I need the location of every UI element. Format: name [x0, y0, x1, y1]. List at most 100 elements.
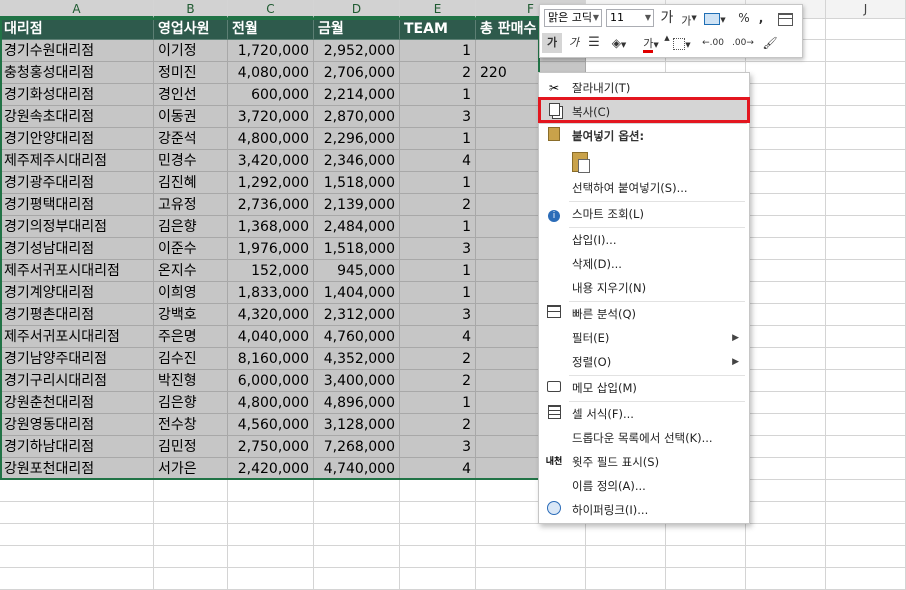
empty-cell[interactable] [746, 282, 826, 304]
empty-cell[interactable] [826, 172, 906, 194]
header-cell[interactable]: 금월 [314, 18, 400, 40]
empty-cell[interactable] [746, 326, 826, 348]
empty-cell[interactable] [826, 392, 906, 414]
empty-cell[interactable] [746, 436, 826, 458]
menu-item-hyperlink[interactable]: 하이퍼링크(I)... [539, 498, 747, 522]
empty-cell[interactable] [586, 546, 666, 568]
table-cell[interactable]: 강원포천대리점 [0, 458, 154, 480]
table-cell[interactable]: 2,484,000 [314, 216, 400, 238]
menu-item-phonetic-field[interactable]: 내천 윗주 필드 표시(S) [539, 450, 747, 474]
table-cell[interactable]: 4,080,000 [228, 62, 314, 84]
column-header-d[interactable]: D [314, 0, 400, 18]
table-cell[interactable]: 2,346,000 [314, 150, 400, 172]
empty-cell[interactable] [228, 568, 314, 590]
table-cell[interactable]: 1,976,000 [228, 238, 314, 260]
empty-cell[interactable] [746, 216, 826, 238]
table-cell[interactable]: 이희영 [154, 282, 228, 304]
table-cell[interactable]: 2,952,000 [314, 40, 400, 62]
empty-cell[interactable] [586, 568, 666, 590]
table-cell[interactable]: 945,000 [314, 260, 400, 282]
empty-cell[interactable] [666, 546, 746, 568]
align-center-button[interactable]: ☰ [586, 33, 602, 53]
menu-item-cut[interactable]: ✂ 잘라내기(T) [539, 76, 747, 100]
menu-item-smart-lookup[interactable]: i 스마트 조회(L) [539, 202, 747, 226]
header-cell[interactable]: TEAM [400, 18, 476, 40]
fill-color-button[interactable]: ◈▼ [606, 33, 632, 53]
empty-cell[interactable] [746, 194, 826, 216]
table-cell[interactable]: 4,040,000 [228, 326, 314, 348]
empty-cell[interactable] [826, 370, 906, 392]
table-cell[interactable]: 충청홍성대리점 [0, 62, 154, 84]
empty-cell[interactable] [0, 480, 154, 502]
empty-cell[interactable] [0, 502, 154, 524]
table-cell[interactable]: 1 [400, 260, 476, 282]
empty-cell[interactable] [826, 414, 906, 436]
table-cell[interactable]: 4,560,000 [228, 414, 314, 436]
empty-cell[interactable] [154, 480, 228, 502]
empty-cell[interactable] [746, 128, 826, 150]
table-cell[interactable]: 4 [400, 150, 476, 172]
empty-cell[interactable] [746, 524, 826, 546]
increase-decimal-button[interactable]: ←.00 [700, 33, 726, 53]
empty-cell[interactable] [826, 62, 906, 84]
table-cell[interactable]: 김수진 [154, 348, 228, 370]
bold-button[interactable]: 가 [542, 33, 562, 53]
menu-item-paste-clipboard[interactable] [539, 148, 747, 176]
table-cell[interactable]: 전수창 [154, 414, 228, 436]
menu-item-clear-contents[interactable]: 내용 지우기(N) [539, 276, 747, 300]
menu-item-delete[interactable]: 삭제(D)... [539, 252, 747, 276]
empty-cell[interactable] [400, 568, 476, 590]
table-cell[interactable]: 김민정 [154, 436, 228, 458]
table-cell[interactable]: 2 [400, 348, 476, 370]
empty-cell[interactable] [0, 546, 154, 568]
empty-cell[interactable] [826, 84, 906, 106]
empty-cell[interactable] [314, 502, 400, 524]
table-cell[interactable]: 1 [400, 282, 476, 304]
empty-cell[interactable] [746, 106, 826, 128]
empty-cell[interactable] [314, 568, 400, 590]
empty-cell[interactable] [746, 62, 826, 84]
empty-cell[interactable] [476, 568, 586, 590]
table-cell[interactable]: 제주서귀포시대리점 [0, 260, 154, 282]
format-painter-button[interactable]: 🖌 [760, 33, 780, 53]
accounting-format-button[interactable]: ▼ [702, 8, 728, 28]
table-cell[interactable]: 2,706,000 [314, 62, 400, 84]
empty-cell[interactable] [746, 392, 826, 414]
table-cell[interactable]: 2,750,000 [228, 436, 314, 458]
table-cell[interactable]: 2 [400, 370, 476, 392]
empty-cell[interactable] [826, 282, 906, 304]
table-cell[interactable]: 1,292,000 [228, 172, 314, 194]
empty-cell[interactable] [746, 546, 826, 568]
format-table-button[interactable] [776, 9, 794, 29]
comma-style-button[interactable]: , [754, 8, 768, 28]
table-cell[interactable]: 박진형 [154, 370, 228, 392]
column-header-b[interactable]: B [154, 0, 228, 18]
empty-cell[interactable] [228, 480, 314, 502]
table-cell[interactable]: 민경수 [154, 150, 228, 172]
empty-cell[interactable] [400, 480, 476, 502]
table-cell[interactable]: 4,800,000 [228, 128, 314, 150]
table-cell[interactable]: 경기의정부대리점 [0, 216, 154, 238]
table-cell[interactable]: 2,312,000 [314, 304, 400, 326]
menu-item-define-name[interactable]: 이름 정의(A)... [539, 474, 747, 498]
table-cell[interactable]: 1,518,000 [314, 172, 400, 194]
font-size-box[interactable]: 11 ▼ [606, 9, 654, 27]
empty-cell[interactable] [746, 370, 826, 392]
table-cell[interactable]: 4 [400, 326, 476, 348]
table-cell[interactable]: 김진혜 [154, 172, 228, 194]
table-cell[interactable]: 이기정 [154, 40, 228, 62]
empty-cell[interactable] [314, 524, 400, 546]
empty-cell[interactable] [476, 546, 586, 568]
table-cell[interactable]: 강원춘천대리점 [0, 392, 154, 414]
empty-cell[interactable] [746, 480, 826, 502]
empty-cell[interactable] [826, 150, 906, 172]
empty-cell[interactable] [826, 238, 906, 260]
table-cell[interactable]: 2,214,000 [314, 84, 400, 106]
table-cell[interactable]: 제주제주시대리점 [0, 150, 154, 172]
menu-item-copy[interactable]: 복사(C) [539, 100, 747, 124]
menu-item-insert[interactable]: 삽입(I)... [539, 228, 747, 252]
decrease-font-button[interactable]: 가▼ [680, 8, 698, 28]
table-cell[interactable]: 3 [400, 436, 476, 458]
table-cell[interactable]: 1,720,000 [228, 40, 314, 62]
empty-cell[interactable] [826, 216, 906, 238]
